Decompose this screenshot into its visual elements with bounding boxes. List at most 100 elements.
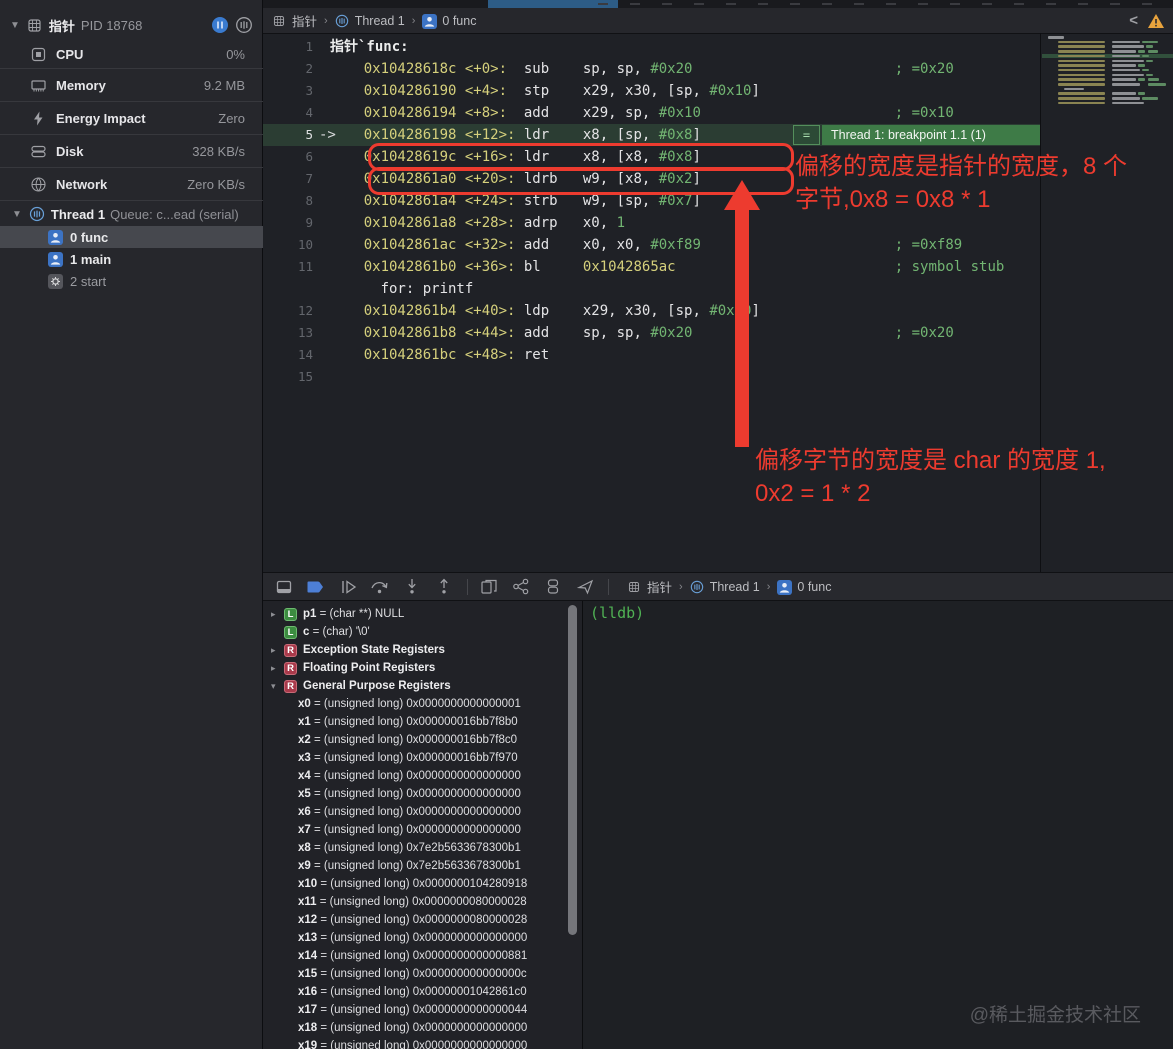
- register-x19[interactable]: x19 = (unsigned long) 0x0000000000000000: [263, 1037, 582, 1049]
- code-line-13[interactable]: 13 0x1042861b8 <+44>: add sp, sp, #0x20 …: [263, 322, 1040, 344]
- disclosure-triangle-icon[interactable]: ▸: [271, 663, 284, 674]
- threads-view-icon[interactable]: [235, 16, 253, 34]
- stack-frame-1-main[interactable]: 1 main: [0, 248, 263, 270]
- register-x7[interactable]: x7 = (unsigned long) 0x0000000000000000: [263, 821, 582, 839]
- breadcrumb-item[interactable]: Thread 1: [355, 14, 405, 28]
- gauge-row-energy-impact[interactable]: Energy Impact Zero: [0, 102, 263, 135]
- xcode-debug-window: { "sidebar": { "process": { "name": "指针"…: [0, 0, 1173, 1049]
- code-text: for: printf: [330, 281, 474, 297]
- code-line-14[interactable]: 14 0x1042861bc <+48>: ret: [263, 344, 1040, 366]
- code-line-12[interactable]: 12 0x1042861b4 <+40>: ldp x29, x30, [sp,…: [263, 300, 1040, 322]
- code-line-2[interactable]: 2 0x10428618c <+0>: sub sp, sp, #0x20 ; …: [263, 58, 1040, 80]
- register-x1[interactable]: x1 = (unsigned long) 0x000000016bb7f8b0: [263, 713, 582, 731]
- breadcrumb-item[interactable]: Thread 1: [710, 580, 760, 594]
- register-x8[interactable]: x8 = (unsigned long) 0x7e2b5633678300b1: [263, 839, 582, 857]
- register-x4[interactable]: x4 = (unsigned long) 0x0000000000000000: [263, 767, 582, 785]
- minimap[interactable]: [1042, 33, 1173, 107]
- variable-c[interactable]: Lc = (char) '\0': [263, 623, 582, 641]
- code-line-10[interactable]: 10 0x1042861ac <+32>: add x0, x0, #0xf89…: [263, 234, 1040, 256]
- register-x5[interactable]: x5 = (unsigned long) 0x0000000000000000: [263, 785, 582, 803]
- line-number[interactable]: 1: [263, 36, 313, 58]
- breakpoints-toggle-icon[interactable]: [305, 577, 327, 597]
- breadcrumb-item[interactable]: 指针: [647, 577, 672, 596]
- line-number[interactable]: 5: [263, 124, 313, 146]
- register-x13[interactable]: x13 = (unsigned long) 0x0000000000000000: [263, 929, 582, 947]
- line-number[interactable]: 2: [263, 58, 313, 80]
- continue-icon[interactable]: [337, 577, 359, 597]
- register-x0[interactable]: x0 = (unsigned long) 0x0000000000000001: [263, 695, 582, 713]
- register-x6[interactable]: x6 = (unsigned long) 0x0000000000000000: [263, 803, 582, 821]
- gauge-row-network[interactable]: Network Zero KB/s: [0, 168, 263, 201]
- line-number[interactable]: 8: [263, 190, 313, 212]
- register-x10[interactable]: x10 = (unsigned long) 0x0000000104280918: [263, 875, 582, 893]
- register-x14[interactable]: x14 = (unsigned long) 0x0000000000000881: [263, 947, 582, 965]
- chevron-down-icon[interactable]: ▼: [10, 20, 20, 31]
- step-over-icon[interactable]: [369, 577, 391, 597]
- line-number[interactable]: 9: [263, 212, 313, 234]
- line-number[interactable]: 15: [263, 366, 313, 388]
- breakpoint-equals-chip[interactable]: =: [793, 125, 820, 145]
- register-group-exception-state-registers[interactable]: ▸ R Exception State Registers: [263, 641, 582, 659]
- register-group-floating-point-registers[interactable]: ▸ R Floating Point Registers: [263, 659, 582, 677]
- breadcrumb-item[interactable]: 0 func: [797, 580, 831, 594]
- code-line-11[interactable]: 11 0x1042861b0 <+36>: bl 0x1042865ac ; s…: [263, 256, 1040, 278]
- pause-badge-icon[interactable]: [211, 16, 229, 34]
- step-out-icon[interactable]: [433, 577, 455, 597]
- stack-frame-list: 0 func 1 main 2 start: [0, 226, 263, 292]
- warning-triangle-icon[interactable]: [1147, 13, 1165, 29]
- register-x3[interactable]: x3 = (unsigned long) 0x000000016bb7f970: [263, 749, 582, 767]
- register-x17[interactable]: x17 = (unsigned long) 0x0000000000000044: [263, 1001, 582, 1019]
- line-number[interactable]: 11: [263, 256, 313, 278]
- stack-frame-0-func[interactable]: 0 func: [0, 226, 263, 248]
- line-number[interactable]: 14: [263, 344, 313, 366]
- line-number[interactable]: 6: [263, 146, 313, 168]
- code-line-15[interactable]: 15: [263, 366, 1040, 388]
- simulate-location-icon[interactable]: [574, 577, 596, 597]
- register-x12[interactable]: x12 = (unsigned long) 0x0000000080000028: [263, 911, 582, 929]
- thread-row[interactable]: ▼ Thread 1 Queue: c...ead (serial): [0, 202, 263, 226]
- register-x11[interactable]: x11 = (unsigned long) 0x0000000080000028: [263, 893, 582, 911]
- gauge-row-cpu[interactable]: CPU 0%: [0, 40, 263, 69]
- code-line-3[interactable]: 3 0x104286190 <+4>: stp x29, x30, [sp, #…: [263, 80, 1040, 102]
- register-x15[interactable]: x15 = (unsigned long) 0x000000000000000c: [263, 965, 582, 983]
- line-number[interactable]: 7: [263, 168, 313, 190]
- register-x16[interactable]: x16 = (unsigned long) 0x00000001042861c0: [263, 983, 582, 1001]
- back-chevron-icon[interactable]: <: [1129, 12, 1138, 29]
- disclosure-triangle-icon[interactable]: ▸: [271, 609, 284, 620]
- line-number[interactable]: 4: [263, 102, 313, 124]
- stack-frame-2-start[interactable]: 2 start: [0, 270, 263, 292]
- memory-graph-icon[interactable]: [510, 577, 532, 597]
- line-number[interactable]: 10: [263, 234, 313, 256]
- code-line-wrap[interactable]: for: printf: [263, 278, 1040, 300]
- scrollbar-thumb[interactable]: [568, 605, 577, 935]
- disclosure-triangle-icon[interactable]: ▸: [271, 645, 284, 656]
- breadcrumb-item[interactable]: 0 func: [442, 14, 476, 28]
- line-number[interactable]: 13: [263, 322, 313, 344]
- gauge-row-memory[interactable]: Memory 9.2 MB: [0, 69, 263, 102]
- register-group-general-purpose-registers[interactable]: ▾ R General Purpose Registers: [263, 677, 582, 695]
- breakpoint-badge[interactable]: Thread 1: breakpoint 1.1 (1): [822, 125, 1040, 145]
- variables-view: ▸ Lp1 = (char **) NULL Lc = (char) '\0' ▸ R E…: [263, 601, 582, 1049]
- code-line-1[interactable]: 1 指针`func:: [263, 36, 1040, 58]
- step-into-icon[interactable]: [401, 577, 423, 597]
- line-number[interactable]: 12: [263, 300, 313, 322]
- line-number[interactable]: 3: [263, 80, 313, 102]
- watermark: @稀土掘金技术社区: [969, 1005, 1141, 1026]
- type-badge-R: R: [284, 661, 297, 675]
- tab-strip[interactable]: [263, 0, 1173, 8]
- register-x9[interactable]: x9 = (unsigned long) 0x7e2b5633678300b1: [263, 857, 582, 875]
- stack-frames-icon[interactable]: [542, 577, 564, 597]
- register-x2[interactable]: x2 = (unsigned long) 0x000000016bb7f8c0: [263, 731, 582, 749]
- code-line-4[interactable]: 4 0x104286194 <+8>: add x29, sp, #0x10 ;…: [263, 102, 1040, 124]
- breadcrumb-item[interactable]: 指针: [292, 11, 317, 30]
- register-x18[interactable]: x18 = (unsigned long) 0x0000000000000000: [263, 1019, 582, 1037]
- jump-bar: 指针 › Thread 1 › 0 func: [263, 8, 1173, 34]
- chevron-down-icon[interactable]: ▼: [12, 209, 22, 220]
- hide-debug-area-icon[interactable]: [273, 577, 295, 597]
- lldb-console[interactable]: (lldb) @稀土掘金技术社区: [582, 601, 1173, 1049]
- gauge-row-disk[interactable]: Disk 328 KB/s: [0, 135, 263, 168]
- variable-p1[interactable]: ▸ Lp1 = (char **) NULL: [263, 605, 582, 623]
- disclosure-triangle-icon[interactable]: ▾: [271, 681, 284, 692]
- process-row[interactable]: ▼ 指针 PID 18768: [0, 12, 263, 38]
- view-hierarchy-icon[interactable]: [478, 577, 500, 597]
